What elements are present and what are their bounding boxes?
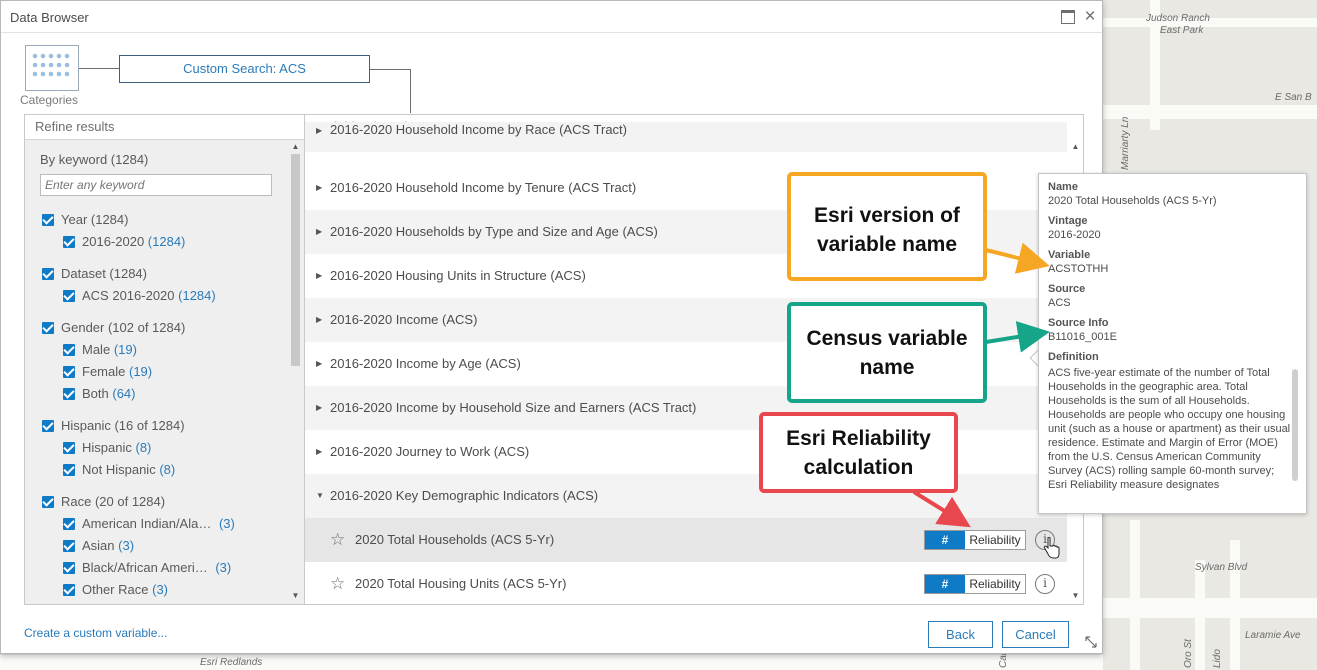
callout-arrow-red — [912, 490, 971, 528]
callout-arrows — [912, 242, 1050, 528]
callout-reliability: Esri Reliability calculation — [759, 412, 958, 493]
callout-esri-version: Esri version of variable name — [787, 172, 987, 281]
callout-arrow-orange — [985, 242, 1050, 274]
callout-arrow-teal — [985, 321, 1050, 353]
callout-census-name: Census variable name — [787, 302, 987, 403]
